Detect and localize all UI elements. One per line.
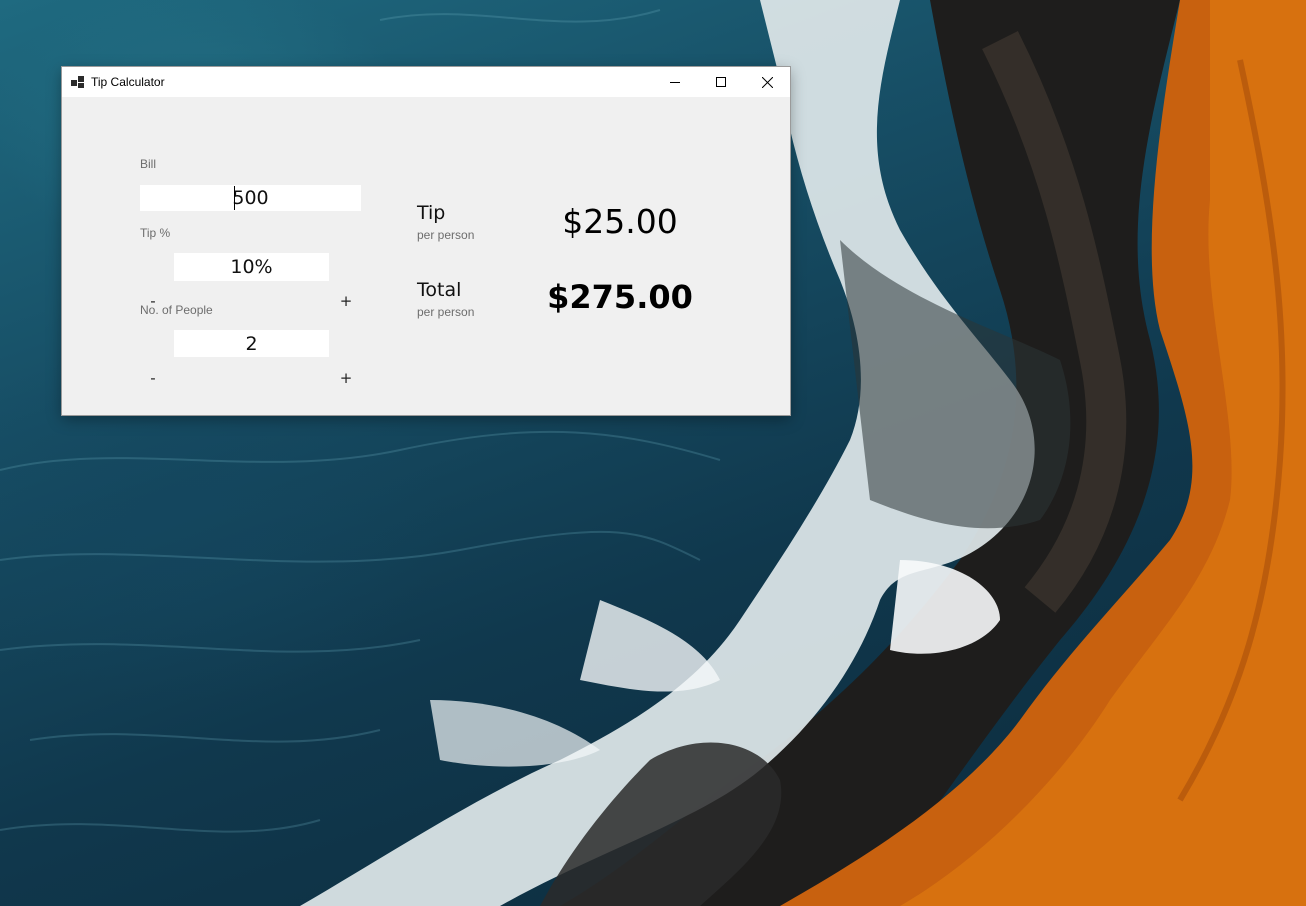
total-result-label: Total [417, 279, 462, 301]
title-bar[interactable]: Tip Calculator [62, 67, 790, 97]
maximize-button[interactable] [698, 67, 744, 97]
tip-per-person-label: per person [417, 228, 475, 242]
tip-percent-label: Tip % [140, 226, 171, 240]
total-per-person-value: $275.00 [547, 278, 693, 316]
bill-input[interactable] [140, 185, 361, 211]
people-decrement-button[interactable]: - [143, 367, 163, 389]
minimize-button[interactable] [652, 67, 698, 97]
close-button[interactable] [744, 67, 790, 97]
tip-percent-input[interactable] [174, 253, 329, 281]
bill-label: Bill [140, 157, 157, 171]
app-grid-icon [71, 74, 87, 90]
close-icon [761, 76, 773, 88]
window-title: Tip Calculator [91, 75, 165, 89]
people-increment-button[interactable]: + [336, 367, 356, 389]
people-label: No. of People [140, 303, 213, 317]
window-controls [652, 67, 790, 97]
minimize-icon [670, 82, 680, 83]
text-caret [234, 186, 235, 210]
tip-increment-button[interactable]: + [336, 290, 356, 312]
total-per-person-label: per person [417, 305, 475, 319]
calculator-form: Bill Tip % - + No. of People - + Tip per… [62, 97, 790, 415]
tip-per-person-value: $25.00 [562, 202, 678, 241]
maximize-icon [716, 77, 726, 87]
people-input[interactable] [174, 330, 329, 357]
tip-result-label: Tip [417, 202, 446, 224]
tip-calculator-window: Tip Calculator Bill 500 Tip % - 10% + No… [62, 67, 790, 415]
